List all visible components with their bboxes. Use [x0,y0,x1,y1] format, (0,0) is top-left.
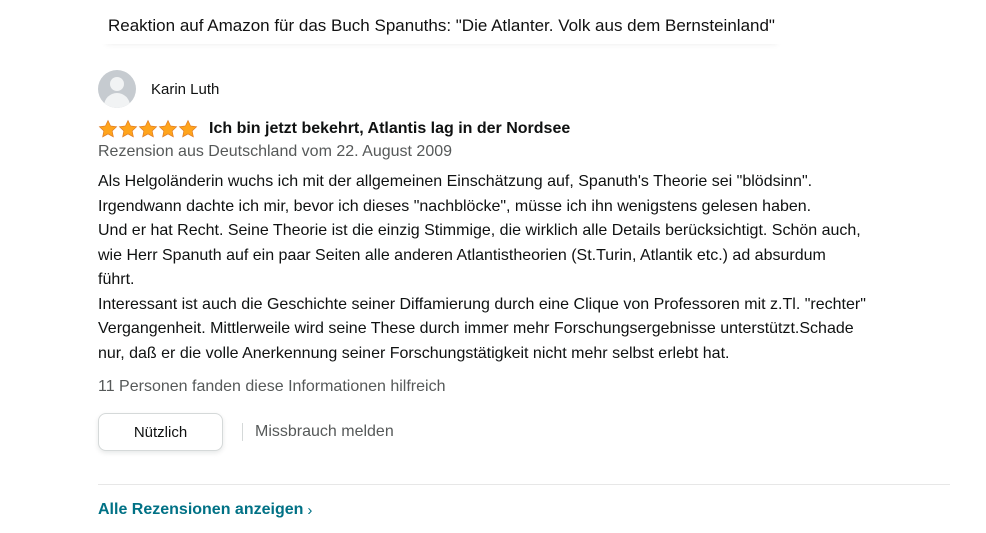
star-rating[interactable] [98,119,198,139]
chevron-right-icon: › [307,501,313,519]
review-body-line: Als Helgoländerin wuchs ich mit der allg… [98,173,813,190]
review-body-line: führt. [98,271,135,288]
review-title[interactable]: Ich bin jetzt bekehrt, Atlantis lag in d… [209,120,570,138]
avatar-icon [98,70,136,108]
review-body-line: nur, daß er die volle Anerkennung seiner… [98,344,730,362]
section-divider [98,484,950,485]
rating-row: Ich bin jetzt bekehrt, Atlantis lag in d… [98,118,950,140]
star-icon [178,119,198,139]
star-icon [138,119,158,139]
divider [242,423,243,441]
all-reviews-label[interactable]: Alle Rezensionen anzeigen [98,501,303,519]
review-body-line: Und er hat Recht. Seine Theorie ist die … [98,222,861,239]
all-reviews-link[interactable]: Alle Rezensionen anzeigen › [98,501,312,519]
review-body-line: Interessant ist auch die Geschichte sein… [98,295,866,313]
helpful-count: 11 Personen fanden diese Informationen h… [98,378,446,395]
review-actions: Nützlich Missbrauch melden [98,413,950,451]
review-body-line: wie Herr Spanuth auf ein paar Seiten all… [98,246,826,264]
reviewer-name[interactable]: Karin Luth [151,81,219,98]
review-date: Rezension aus Deutschland vom 22. August… [98,143,453,160]
page-caption: Reaktion auf Amazon für das Buch Spanuth… [100,6,783,44]
useful-button[interactable]: Nützlich [98,413,223,451]
customer-review: Karin Luth Ich bin jetzt bekehrt, Atlant… [98,70,950,451]
star-icon [158,119,178,139]
review-body: Als Helgoländerin wuchs ich mit der allg… [98,170,950,366]
review-body-line: Vergangenheit. Mittlerweile wird seine T… [98,320,854,337]
star-icon [98,119,118,139]
reviewer-profile[interactable]: Karin Luth [98,70,950,108]
star-icon [118,119,138,139]
report-abuse-link[interactable]: Missbrauch melden [255,423,394,441]
review-body-line: Irgendwann dachte ich mir, bevor ich die… [98,197,812,215]
